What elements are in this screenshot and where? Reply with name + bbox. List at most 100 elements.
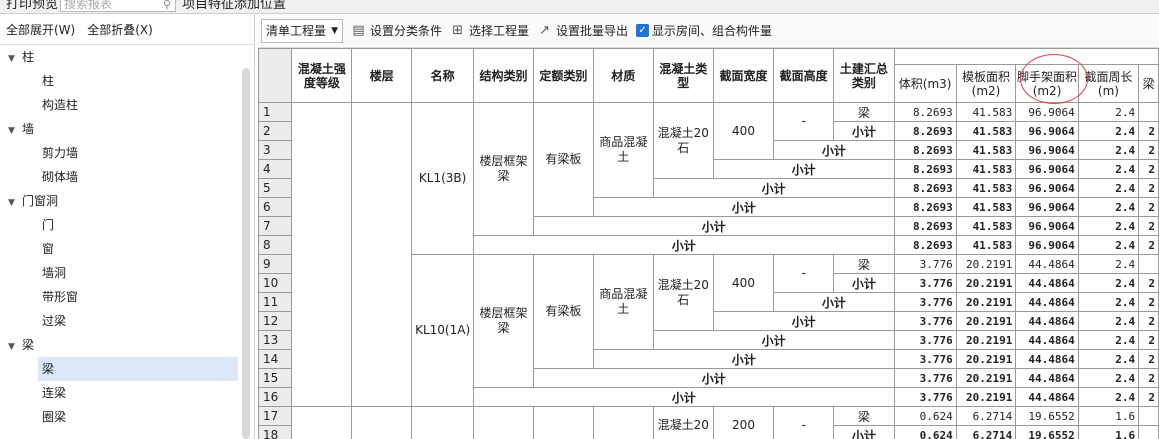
quantity-cell: 1.6 bbox=[1077, 425, 1140, 439]
quantity-column-header[interactable]: 梁 bbox=[1138, 64, 1159, 103]
tree-item[interactable]: 构造柱 bbox=[38, 93, 238, 117]
quantity-cell: 44.4864 bbox=[1015, 368, 1079, 388]
column-header[interactable]: 土建汇总类别 bbox=[833, 48, 895, 103]
row-number-cell: 9 bbox=[258, 254, 293, 274]
width-cell: 200 bbox=[712, 406, 775, 439]
batch-export-button[interactable]: ↗ 设置批量导出 bbox=[537, 22, 628, 39]
quantity-column-header[interactable]: 截面周长(m) bbox=[1077, 64, 1140, 103]
table-row: 1 KL1(3B) 楼层框架梁 有梁板 商品混凝土 混凝土20石 400- 梁 8.2693 41… bbox=[258, 102, 1159, 407]
quantity-cell bbox=[1138, 254, 1159, 274]
tree-item[interactable]: 剪力墙 bbox=[38, 141, 238, 165]
select-quantities-button[interactable]: ⊞ 选择工程量 bbox=[450, 22, 529, 39]
quantity-cell: 44.4864 bbox=[1015, 349, 1079, 369]
quantity-cell: 3.776 bbox=[893, 387, 957, 407]
row-number-cell: 10 bbox=[258, 273, 293, 293]
quantity-cell: 2.4 bbox=[1077, 349, 1140, 369]
chevron-down-icon[interactable]: ▼ bbox=[8, 119, 22, 143]
feature-position-label[interactable]: 项目特征添加位置 bbox=[182, 0, 286, 12]
expand-all-button[interactable]: 全部展开(W) bbox=[6, 21, 75, 38]
subtotal-label-cell: 小计 bbox=[652, 178, 895, 198]
quantity-column-header[interactable]: 体积(m3) bbox=[893, 64, 957, 103]
quantity-cell: 2.4 bbox=[1077, 102, 1140, 122]
report-type-select[interactable]: 清单工程量 ▼ bbox=[261, 18, 343, 43]
tree-item[interactable]: 圈梁 bbox=[38, 405, 238, 429]
column-header[interactable]: 混凝土强度等级 bbox=[291, 48, 353, 103]
subtotal-label-cell: 小计 bbox=[773, 140, 895, 160]
show-rooms-checkbox[interactable]: ✓ 显示房间、组合构件量 bbox=[636, 22, 772, 39]
column-header[interactable]: 定额类别 bbox=[532, 48, 594, 103]
tree-group[interactable]: ▼ 梁 bbox=[0, 333, 240, 357]
row-number-header bbox=[258, 48, 293, 103]
column-header[interactable]: 截面高度 bbox=[773, 48, 835, 103]
column-header[interactable]: 混凝土类型 bbox=[652, 48, 714, 103]
table-row: 17 混凝土20 200- 梁 0.624 6.2714 19.6552 1.6 bbox=[258, 406, 1159, 439]
quantity-cell: 41.583 bbox=[955, 140, 1017, 160]
set-category-label: 设置分类条件 bbox=[370, 24, 443, 38]
search-placeholder: 搜索报表 bbox=[64, 0, 113, 11]
quantity-cell: 3.776 bbox=[893, 349, 957, 369]
search-icon[interactable]: ⚲ bbox=[163, 0, 171, 13]
tree-group[interactable]: ▼ 墙 bbox=[0, 117, 240, 141]
quantity-cell: 0.624 bbox=[893, 406, 957, 426]
report-table: 混凝土强度等级 楼层 名称 结构类别 定额类别 材质 混凝土类型 截面宽度 截面高度 土建汇总类别… bbox=[258, 48, 1159, 439]
quantity-cell: 41.583 bbox=[955, 121, 1017, 141]
concrete-type-cell: 混凝土20石 bbox=[652, 254, 714, 331]
tree-scrollbar[interactable] bbox=[242, 68, 250, 439]
tree-group[interactable]: ▼ 门窗洞 bbox=[0, 189, 240, 213]
height-cell: - bbox=[773, 102, 835, 141]
tree-item-label: 连梁 bbox=[42, 386, 67, 400]
tree-item[interactable]: 带形窗 bbox=[38, 285, 238, 309]
tree-item[interactable]: 砌体墙 bbox=[38, 165, 238, 189]
tree-item[interactable]: 窗 bbox=[38, 237, 238, 261]
set-category-button[interactable]: ▤ 设置分类条件 bbox=[351, 22, 442, 39]
tree-item[interactable]: 门 bbox=[38, 213, 238, 237]
quantity-column-header[interactable]: 模板面积(m2) bbox=[955, 64, 1017, 103]
struct-cell: 楼层框架梁 bbox=[472, 102, 534, 236]
print-preview-label[interactable]: 打印预览 bbox=[6, 0, 58, 12]
column-header[interactable]: 材质 bbox=[592, 48, 654, 103]
select-quantities-label: 选择工程量 bbox=[469, 24, 530, 38]
row-number-cell: 4 bbox=[258, 159, 293, 179]
checkbox-checked-icon: ✓ bbox=[636, 24, 650, 37]
quantity-cell: 41.583 bbox=[955, 216, 1017, 236]
tree-item-label: 圈梁 bbox=[42, 410, 67, 424]
chevron-down-icon[interactable]: ▼ bbox=[8, 47, 22, 71]
quantity-cell: 2 bbox=[1138, 273, 1159, 293]
tree-item[interactable]: 梁 bbox=[38, 357, 238, 381]
summary-type-cell: 梁 bbox=[833, 254, 895, 274]
quantity-cell: 6.2714 bbox=[955, 406, 1017, 426]
report-search-input[interactable]: 搜索报表 ⚲ bbox=[60, 0, 176, 12]
quantity-cell: 2 bbox=[1138, 292, 1159, 312]
blank-cell bbox=[472, 406, 534, 439]
column-header[interactable]: 截面宽度 bbox=[712, 48, 775, 103]
quantity-cell: 41.583 bbox=[955, 102, 1017, 122]
tree-item-label: 梁 bbox=[22, 338, 35, 352]
row-number-cell: 17 bbox=[258, 406, 293, 426]
chevron-down-icon[interactable]: ▼ bbox=[8, 335, 22, 359]
tree-item[interactable]: 墙洞 bbox=[38, 261, 238, 285]
tree-item[interactable]: 过梁 bbox=[38, 309, 238, 333]
tree-item[interactable]: 柱 bbox=[38, 69, 238, 93]
tree-item[interactable]: 连梁 bbox=[38, 381, 238, 405]
column-header[interactable]: 楼层 bbox=[351, 48, 413, 103]
summary-type-cell: 梁 bbox=[833, 102, 895, 122]
quantity-cell: 2.4 bbox=[1077, 159, 1140, 179]
quantity-cell: 8.2693 bbox=[893, 159, 957, 179]
material-cell: 商品混凝土 bbox=[592, 254, 654, 350]
tree-group[interactable]: ▼ 柱 bbox=[0, 45, 240, 69]
quantity-cell bbox=[1138, 102, 1159, 122]
quantity-cell: 2 bbox=[1138, 216, 1159, 236]
quantity-column-header[interactable]: 脚手架面积(m2) bbox=[1015, 64, 1079, 103]
tree-item-label: 过梁 bbox=[42, 314, 67, 328]
height-cell: - bbox=[773, 254, 835, 293]
column-header[interactable]: 名称 bbox=[411, 48, 474, 103]
subtotal-label-cell: 小计 bbox=[532, 368, 895, 388]
show-rooms-label: 显示房间、组合构件量 bbox=[652, 24, 773, 38]
column-header[interactable]: 结构类别 bbox=[472, 48, 534, 103]
quantity-cell: 96.9064 bbox=[1015, 235, 1079, 255]
quantity-cell: 2.4 bbox=[1077, 216, 1140, 236]
export-icon: ↗ bbox=[539, 23, 550, 38]
collapse-all-button[interactable]: 全部折叠(X) bbox=[87, 21, 153, 38]
chevron-down-icon[interactable]: ▼ bbox=[8, 191, 22, 215]
quantity-cell: 19.6552 bbox=[1015, 425, 1079, 439]
